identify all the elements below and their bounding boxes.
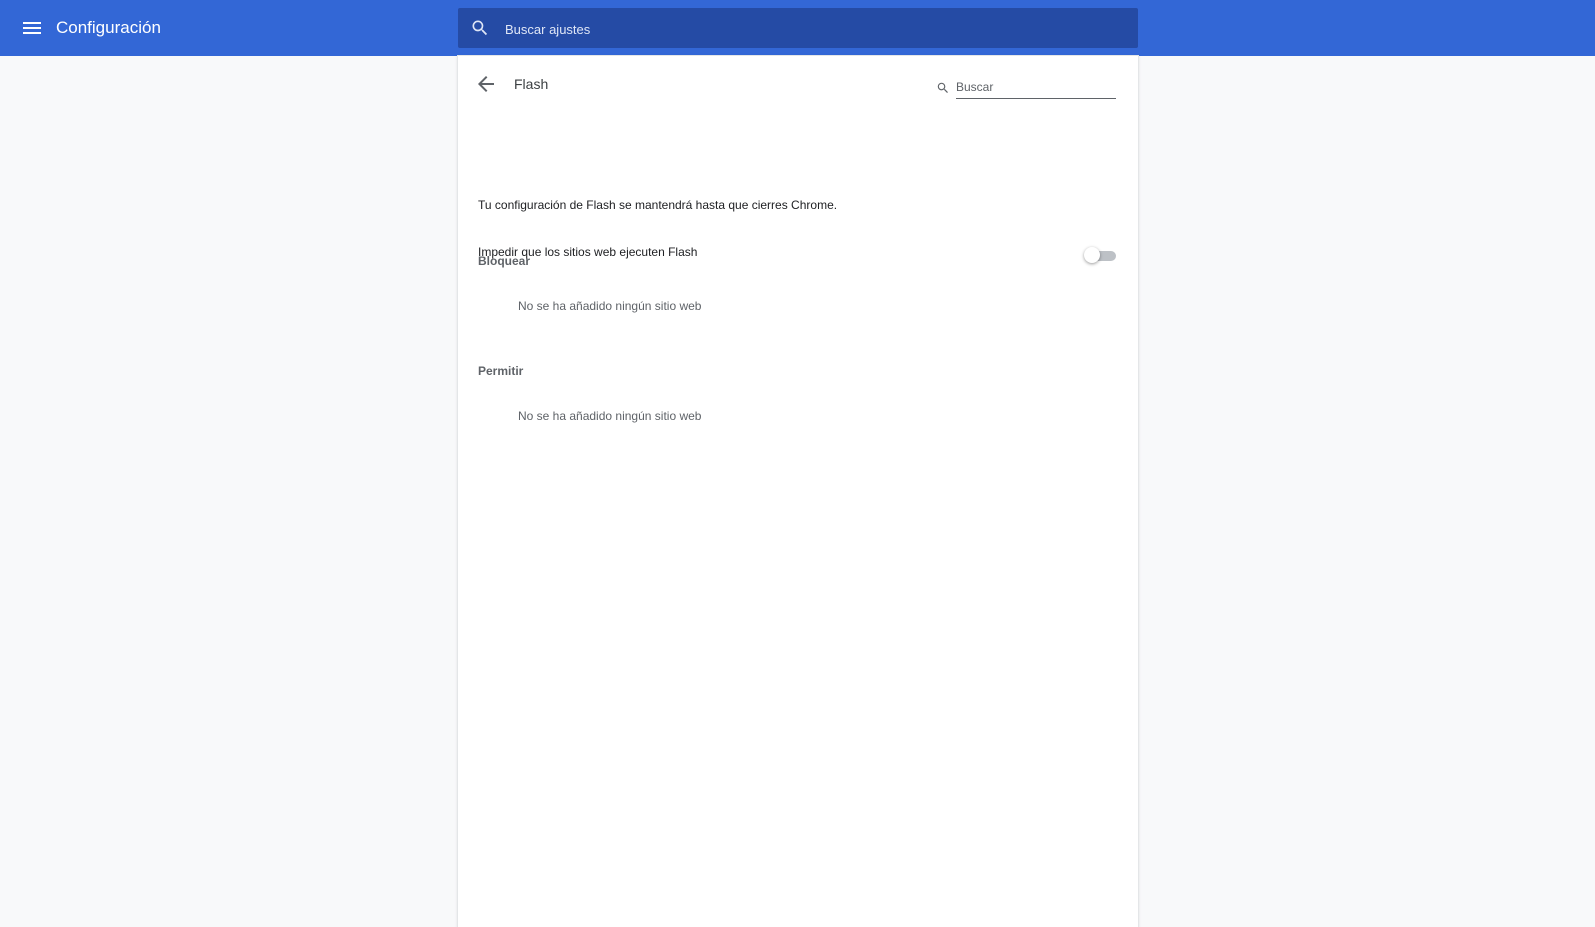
settings-search-input[interactable] — [503, 8, 1127, 50]
block-flash-label: Impedir que los sitios web ejecuten Flas… — [478, 245, 698, 259]
app-title: Configuración — [56, 18, 161, 37]
subpage-search-box[interactable] — [936, 76, 1116, 100]
allow-section-header: Permitir — [478, 364, 524, 378]
back-button[interactable] — [474, 72, 498, 96]
top-toolbar: Configuración — [0, 0, 1595, 56]
search-icon — [937, 82, 948, 93]
block-section-header: Bloquear — [478, 254, 531, 268]
menu-icon — [23, 22, 41, 34]
block-empty-text: No se ha añadido ningún sitio web — [518, 299, 702, 313]
search-icon — [472, 20, 488, 36]
subpage-search-input[interactable] — [956, 76, 1116, 99]
arrow-back-icon — [478, 76, 494, 92]
block-flash-row: Impedir que los sitios web ejecuten Flas… — [478, 232, 1118, 280]
allow-empty-text: No se ha añadido ningún sitio web — [518, 409, 702, 423]
settings-search-box[interactable] — [458, 8, 1138, 50]
flash-info-text: Tu configuración de Flash se mantendrá h… — [478, 198, 838, 212]
settings-card: Flash Tu configuración de Flash se mante… — [458, 56, 1138, 927]
page-title: Flash — [514, 76, 549, 92]
toggle-knob — [1084, 247, 1100, 263]
block-flash-toggle[interactable] — [1084, 247, 1118, 265]
menu-button[interactable] — [20, 16, 44, 40]
